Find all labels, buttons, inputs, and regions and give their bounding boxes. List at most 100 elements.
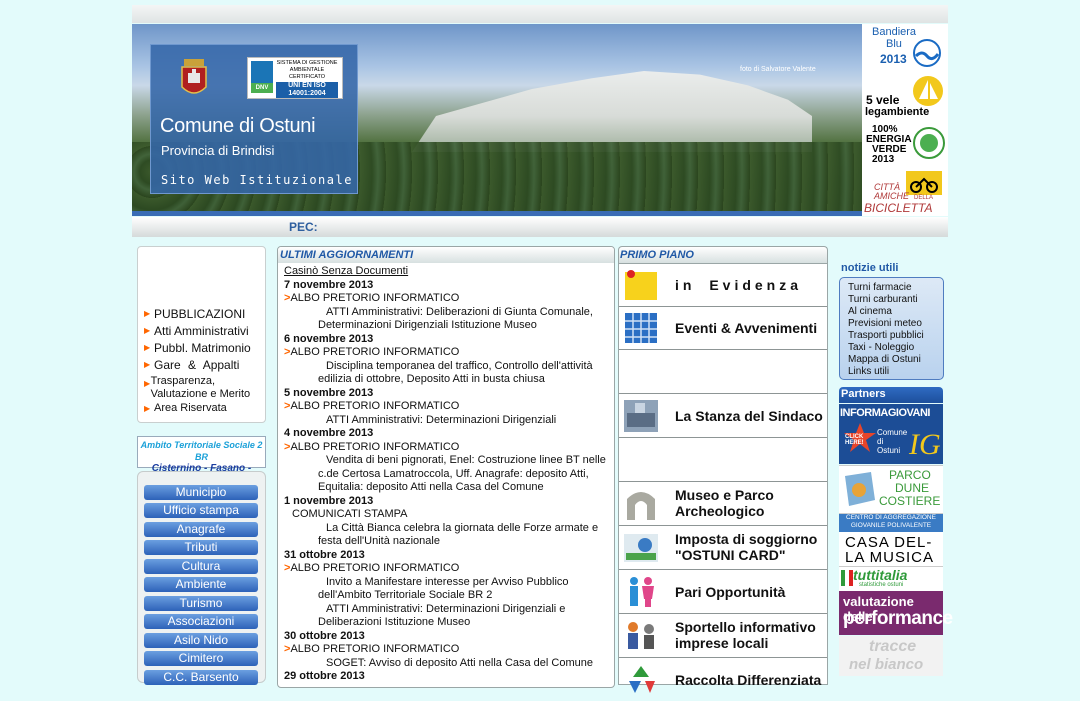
town-hill-image <box>412 71 812 152</box>
orange-arrow-icon: ▶ <box>144 404 151 413</box>
notizia-meteo[interactable]: Previsioni meteo <box>848 318 922 329</box>
nav-associazioni[interactable]: Associazioni <box>144 614 258 629</box>
business-icon <box>628 622 654 649</box>
primo-piano-header: PRIMO PIANO <box>618 246 828 263</box>
partner-informagiovani[interactable]: INFORMAGIOVANI CLICK HERE! Comune di Ost… <box>839 404 943 464</box>
partner-valutazione-performance[interactable]: valutazione delle performance <box>839 591 953 635</box>
notizia-links[interactable]: Links utili <box>848 366 889 377</box>
update-description[interactable]: SOGET: Avviso di deposito Atti nella Cas… <box>284 657 606 671</box>
notizia-taxi[interactable]: Taxi - Noleggio <box>848 342 914 353</box>
nav-anagrafe[interactable]: Anagrafe <box>144 522 258 537</box>
people-icon <box>630 577 654 607</box>
left-menu-area-riservata[interactable]: ▶ Area Riservata <box>144 402 227 414</box>
nav-asilo-nido[interactable]: Asilo Nido <box>144 633 258 648</box>
update-description[interactable]: ATTI Amministrativi: Determinazioni Diri… <box>284 414 606 428</box>
citta-bicicletta-badge[interactable]: CITTÀ AMICHE DELLA BICICLETTA <box>862 171 948 216</box>
site-subtitle: Provincia di Brindisi <box>161 143 275 158</box>
update-category[interactable]: >ALBO PRETORIO INFORMATICO <box>284 643 606 657</box>
nav-cultura[interactable]: Cultura <box>144 559 258 574</box>
pp-raccolta[interactable]: Raccolta Differenziata <box>619 659 827 701</box>
orange-arrow-icon: ▶ <box>144 360 151 369</box>
update-category[interactable]: COMUNICATI STAMPA <box>284 508 606 522</box>
update-date: 4 novembre 2013 <box>284 427 374 439</box>
update-category[interactable]: >ALBO PRETORIO INFORMATICO <box>284 292 606 306</box>
bandiera-blu-badge[interactable]: Bandiera Blu 2013 <box>862 24 948 72</box>
update-description[interactable]: La Città Bianca celebra la giornata dell… <box>284 522 606 549</box>
partners-header: Partners <box>839 387 943 403</box>
left-menu-gare[interactable]: ▶ Gare & Appalti <box>144 358 239 372</box>
nav-turismo[interactable]: Turismo <box>144 596 258 611</box>
orange-arrow-icon: ▶ <box>144 326 151 335</box>
update-category[interactable]: >ALBO PRETORIO INFORMATICO <box>284 400 606 414</box>
updates-list: Casinò Senza Documenti 7 novembre 2013 >A… <box>284 265 606 684</box>
notizie-title: notizie utili <box>841 262 899 274</box>
nav-cc-barsento[interactable]: C.C. Barsento <box>144 670 258 685</box>
pec-label[interactable]: PEC: <box>289 220 318 234</box>
orange-arrow-icon: ▶ <box>144 309 151 318</box>
update-category-label: ALBO PRETORIO INFORMATICO <box>290 400 460 412</box>
primo-piano-panel: in Evidenza Eventi & Avvenimenti La Stan… <box>618 263 828 693</box>
notizia-trasporti[interactable]: Trasporti pubblici <box>848 330 924 341</box>
coat-of-arms-icon <box>181 59 207 94</box>
left-menu-matrimonio[interactable]: ▶ Pubbl. Matrimonio <box>144 341 251 355</box>
arch-icon <box>627 492 655 520</box>
update-description[interactable]: ATTI Amministrativi: Determinazioni Diri… <box>284 603 606 630</box>
update-date: 1 novembre 2013 <box>284 494 374 507</box>
nav-cimitero[interactable]: Cimitero <box>144 651 258 666</box>
notizia-mappa[interactable]: Mappa di Ostuni <box>848 354 921 365</box>
update-description[interactable]: Vendita di beni pignorati, Enel: Costruz… <box>284 454 606 495</box>
left-menu-trasparenza[interactable]: ▶ Trasparenza, Valutazione e Merito <box>144 375 262 401</box>
left-menu-atti[interactable]: ▶ Atti Amministrativi <box>144 324 249 338</box>
pp-ostuni-card[interactable]: Imposta di soggiorno "OSTUNI CARD" <box>619 527 827 570</box>
pp-empty-1 <box>619 351 827 394</box>
pp-empty-2 <box>619 439 827 482</box>
update-category-label: ALBO PRETORIO INFORMATICO <box>290 292 460 304</box>
nav-ambiente[interactable]: Ambiente <box>144 577 258 592</box>
update-category[interactable]: >ALBO PRETORIO INFORMATICO <box>284 441 606 455</box>
sailboat-icon <box>913 76 943 106</box>
pp-in-evidenza[interactable]: in Evidenza <box>619 264 827 307</box>
pec-bar: PEC: <box>132 217 948 237</box>
update-date: 6 novembre 2013 <box>284 332 374 345</box>
partner-casa-musica[interactable]: CENTRO DI AGGREGAZIONE GIOVANILE POLIVAL… <box>839 513 943 566</box>
left-menu-pubblicazioni[interactable]: ▶ PUBBLICAZIONI <box>144 307 245 321</box>
update-category[interactable]: >ALBO PRETORIO INFORMATICO <box>284 346 606 360</box>
energia-verde-badge[interactable]: 100% ENERGIA VERDE 2013 <box>862 122 948 170</box>
partner-tuttitalia[interactable]: tuttitalia statistiche ostuni <box>839 566 943 591</box>
office-icon <box>624 400 658 432</box>
partner-tracce-bianco[interactable]: tracce nel bianco <box>839 636 943 676</box>
nav-municipio[interactable]: Municipio <box>144 485 258 500</box>
nav-ufficio-stampa[interactable]: Ufficio stampa <box>144 503 258 518</box>
site-tagline: Sito Web Istituzionale <box>161 173 353 187</box>
nav-tributi[interactable]: Tributi <box>144 540 258 555</box>
pp-sportello-imprese[interactable]: Sportello informativo imprese locali <box>619 615 827 658</box>
notizia-carburanti[interactable]: Turni carburanti <box>848 294 918 305</box>
update-date: 31 ottobre 2013 <box>284 548 365 561</box>
pp-museo[interactable]: Museo e Parco Archeologico <box>619 483 827 526</box>
left-menu-panel: ▶ PUBBLICAZIONI ▶ Atti Amministrativi ▶ Pub… <box>137 246 266 423</box>
iso-certification-badge: DNV SISTEMA DI GESTIONE AMBIENTALE CERTI… <box>247 57 343 99</box>
update-description[interactable]: ATTI Amministrativi: Deliberazioni di Gi… <box>284 306 606 333</box>
update-category[interactable]: >ALBO PRETORIO INFORMATICO <box>284 562 606 576</box>
update-category-label: ALBO PRETORIO INFORMATICO <box>290 643 460 655</box>
notizia-farmacie[interactable]: Turni farmacie <box>848 282 912 293</box>
partner-parco-dune[interactable]: PARCO DUNE COSTIERE <box>839 465 943 513</box>
update-category-label: ALBO PRETORIO INFORMATICO <box>290 346 460 358</box>
ambito-sociale-banner[interactable]: Ambito Territoriale Sociale 2 BR Cistern… <box>137 436 266 486</box>
bicycle-icon <box>906 171 942 195</box>
dnv-logo-icon: DNV <box>251 61 273 93</box>
update-date: 5 novembre 2013 <box>284 386 374 399</box>
banner-strip <box>132 211 862 216</box>
notizia-cinema[interactable]: Al cinema <box>848 306 892 317</box>
awards-badges: Bandiera Blu 2013 5 vele legambiente 100… <box>862 24 948 216</box>
legambiente-badge[interactable]: 5 vele legambiente <box>862 73 948 121</box>
update-top-link[interactable]: Casinò Senza Documenti <box>284 265 606 279</box>
recycle-icon <box>629 666 655 693</box>
pp-stanza-sindaco[interactable]: La Stanza del Sindaco <box>619 395 827 438</box>
orange-arrow-icon: ▶ <box>144 343 151 352</box>
update-description[interactable]: Invito a Manifestare interesse per Avvis… <box>284 576 606 603</box>
pp-pari-opportunita[interactable]: Pari Opportunità <box>619 571 827 614</box>
update-description[interactable]: Disciplina temporanea del traffico, Cont… <box>284 360 606 387</box>
updates-header: ULTIMI AGGIORNAMENTI <box>278 247 614 263</box>
pp-eventi[interactable]: Eventi & Avvenimenti <box>619 307 827 350</box>
